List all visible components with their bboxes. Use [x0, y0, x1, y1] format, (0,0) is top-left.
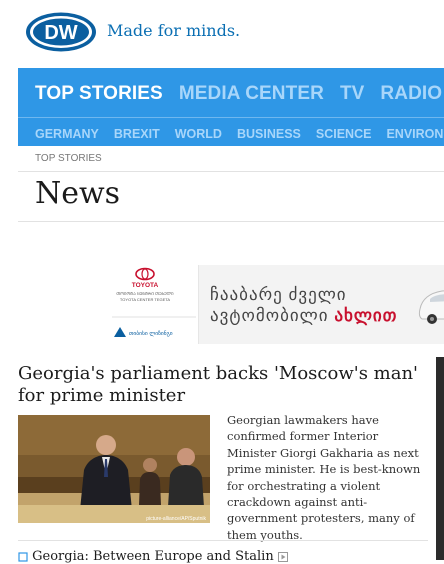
dw-logo[interactable]: DW	[25, 12, 97, 52]
ad-line2-prefix: ავტომობილი	[210, 306, 335, 325]
ad-line2-highlight: ახლით	[334, 306, 398, 325]
article-teaser: Georgian lawmakers have confirmed former…	[227, 413, 421, 542]
divider	[18, 171, 444, 172]
tagline: Made for minds.	[107, 21, 241, 40]
nav-item-top-stories[interactable]: TOP STORIES	[35, 83, 163, 105]
related-link[interactable]: Georgia: Between Europe and Stalin	[18, 549, 288, 564]
parliament-photo: picture-alliance/AP/Sputnik	[18, 415, 210, 523]
tbc-icon	[114, 327, 126, 337]
photo-credit: picture-alliance/AP/Sputnik	[146, 516, 206, 522]
toyota-brand-graphic: TOYOTA ᲗᲝᲘᲝᲢᲐ ᲪᲔᲜᲢᲠᲘ ᲗᲔᲑᲔᲚᲘ TOYOTA CENTE…	[112, 267, 196, 337]
car-image	[418, 290, 444, 324]
article-headline[interactable]: Georgia's parliament backs 'Moscow's man…	[18, 363, 428, 407]
divider	[18, 221, 444, 222]
nav-sub-science[interactable]: SCIENCE	[316, 127, 372, 141]
ad-brand-sub-ka: ᲗᲝᲘᲝᲢᲐ ᲪᲔᲜᲢᲠᲘ ᲗᲔᲑᲔᲚᲘ	[116, 291, 174, 296]
advertisement-banner[interactable]: TOYOTA ᲗᲝᲘᲝᲢᲐ ᲪᲔᲜᲢᲠᲘ ᲗᲔᲑᲔᲚᲘ TOYOTA CENTE…	[110, 265, 444, 344]
nav-sub-business[interactable]: BUSINESS	[237, 127, 301, 141]
nav-sub-world[interactable]: WORLD	[175, 127, 222, 141]
breadcrumb[interactable]: TOP STORIES	[35, 153, 102, 164]
nav-main-row: TOP STORIES MEDIA CENTER TV RADIO	[35, 83, 444, 105]
nav-sub-row: GERMANY BREXIT WORLD BUSINESS SCIENCE ENVIRON	[35, 125, 444, 143]
article-link-icon	[18, 551, 28, 562]
side-media-panel[interactable]	[436, 357, 444, 560]
nav-item-media-center[interactable]: MEDIA CENTER	[179, 83, 324, 105]
divider	[18, 540, 428, 541]
nav-sub-brexit[interactable]: BREXIT	[114, 127, 160, 141]
ad-brand-name: TOYOTA	[132, 282, 159, 289]
related-title: Georgia: Between Europe and Stalin	[32, 549, 274, 564]
ad-footer-text: თიბისი ლიზინგი	[129, 330, 173, 337]
nav-sub-environment[interactable]: ENVIRON	[386, 127, 443, 141]
nav-item-radio[interactable]: RADIO	[380, 83, 442, 105]
ad-brand-panel: TOYOTA ᲗᲝᲘᲝᲢᲐ ᲪᲔᲜᲢᲠᲘ ᲗᲔᲑᲔᲚᲘ TOYOTA CENTE…	[110, 265, 199, 344]
nav-divider	[18, 117, 444, 118]
main-navigation: TOP STORIES MEDIA CENTER TV RADIO GERMANY BR…	[18, 68, 444, 146]
site-header: DW Made for minds.	[0, 0, 444, 66]
logo-text: DW	[44, 22, 77, 44]
play-icon	[277, 551, 288, 562]
ad-headline-line1: ჩააბარე ძველი	[210, 285, 347, 304]
page-title: News	[35, 176, 121, 211]
ad-brand-sub-en: TOYOTA CENTER TEGETA	[120, 297, 170, 302]
nav-sub-germany[interactable]: GERMANY	[35, 127, 99, 141]
nav-item-tv[interactable]: TV	[340, 83, 364, 105]
article-photo[interactable]: picture-alliance/AP/Sputnik	[18, 415, 210, 523]
ad-headline-line2: ავტომობილი ახლით	[210, 306, 397, 326]
